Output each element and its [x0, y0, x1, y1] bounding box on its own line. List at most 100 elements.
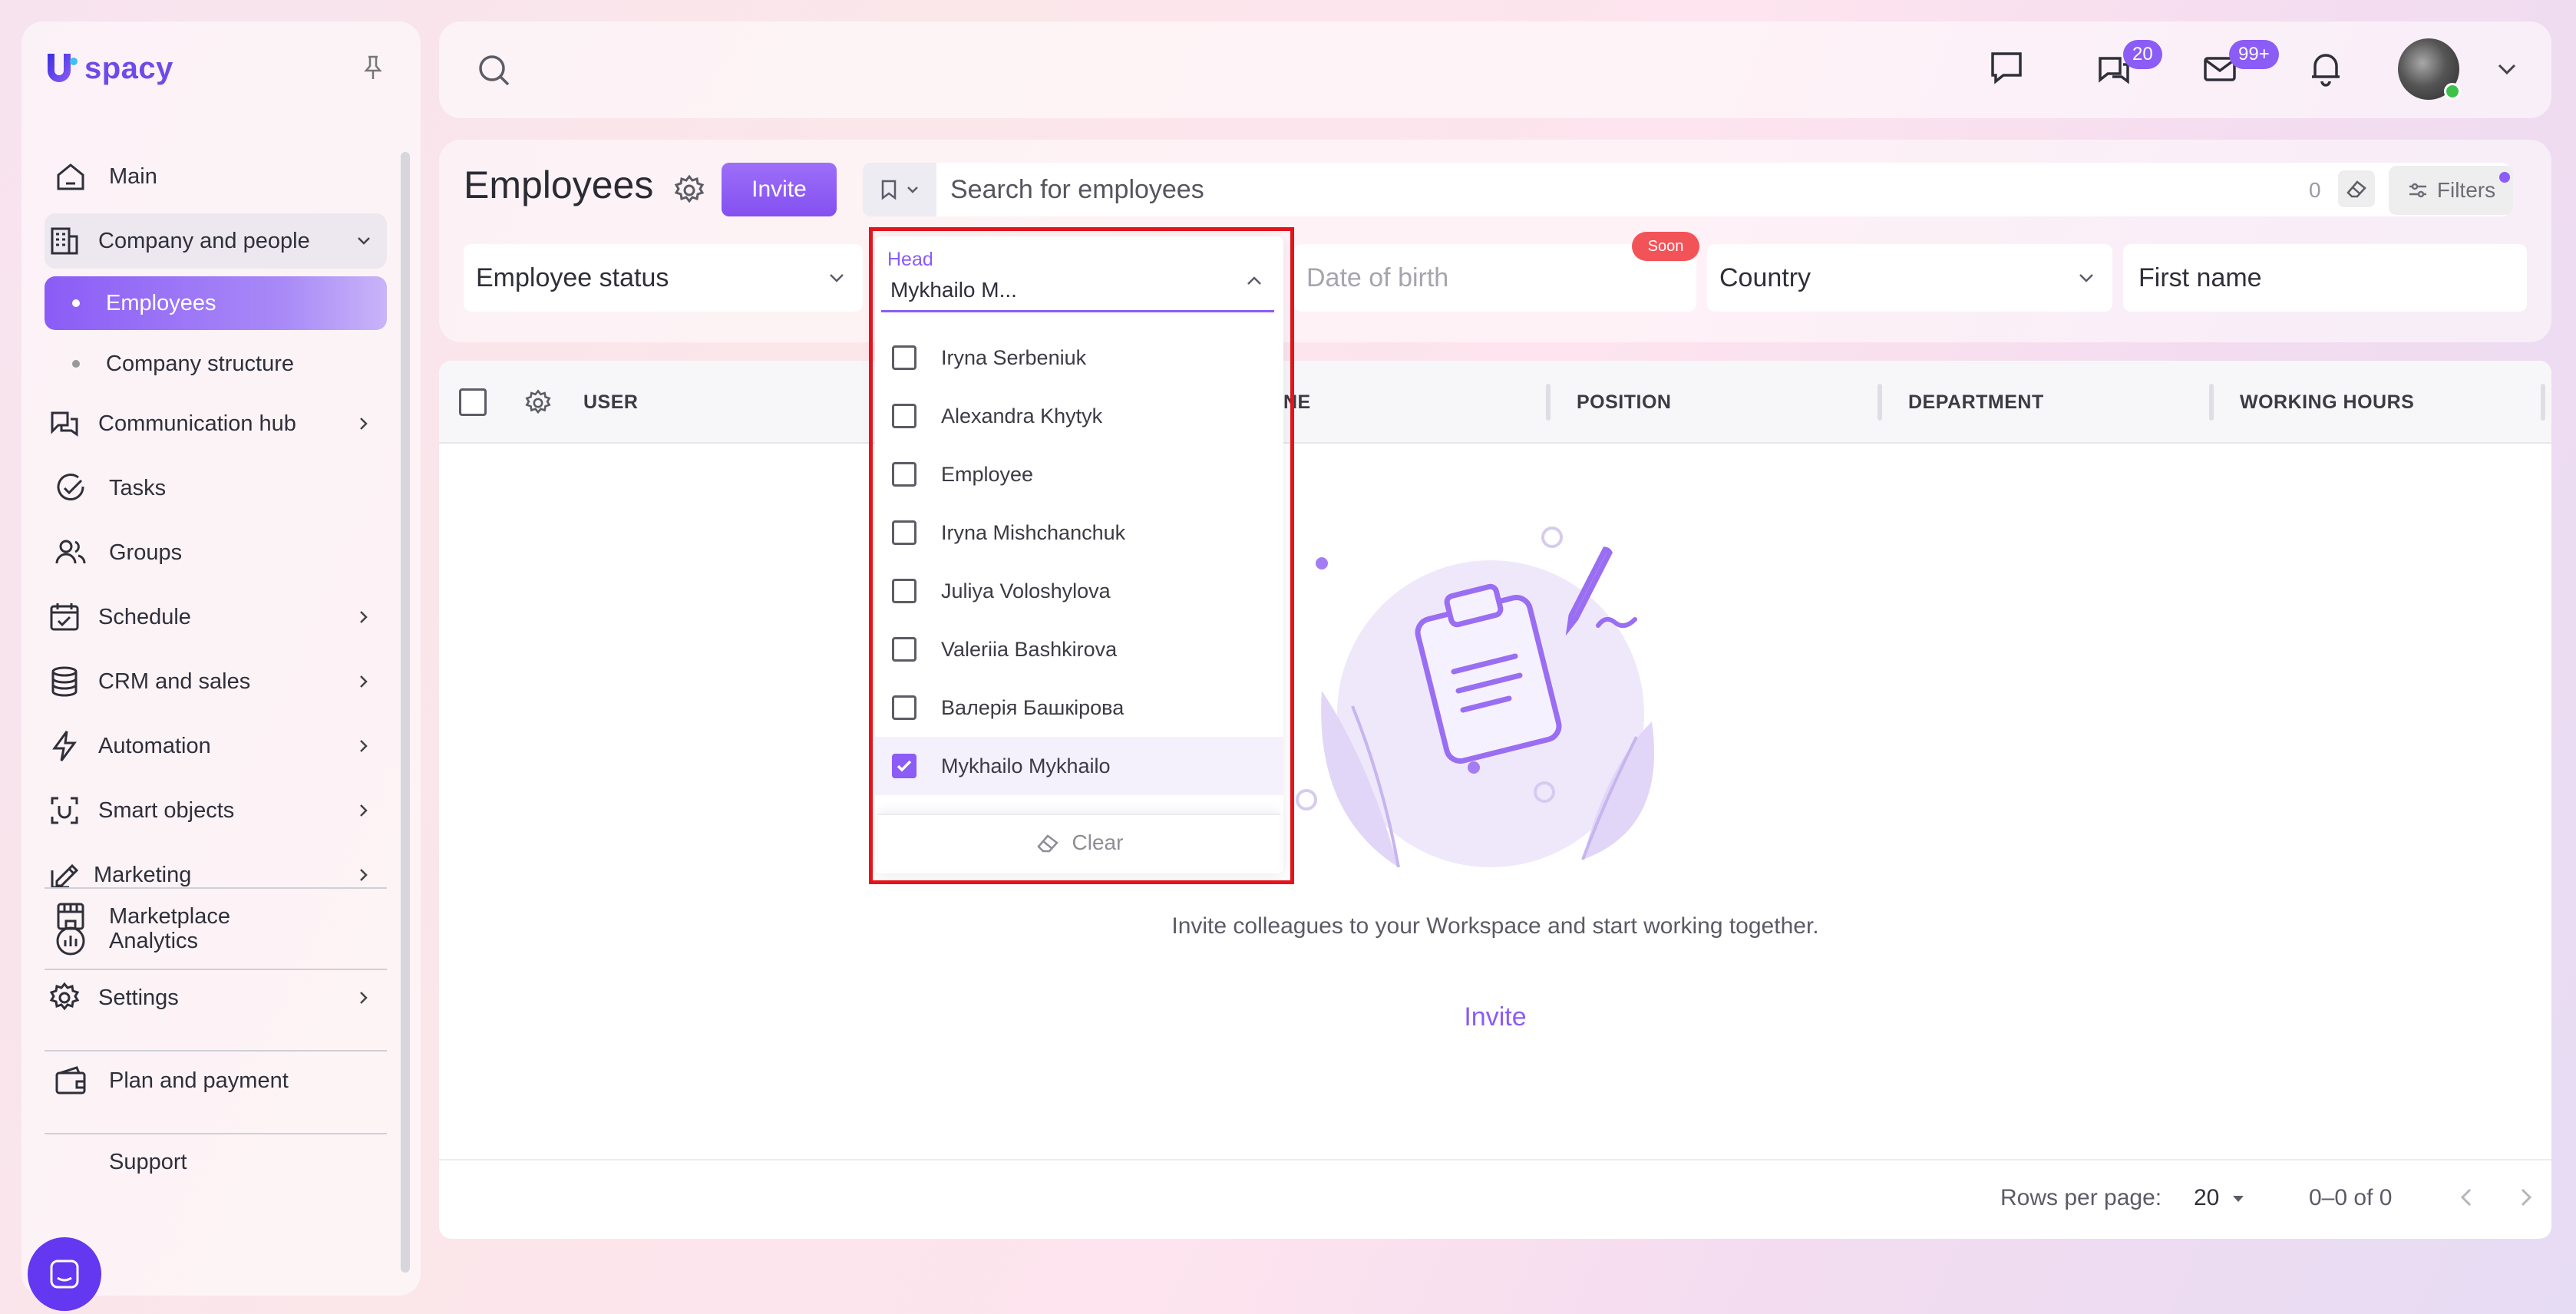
- column-header-department[interactable]: DEPARTMENT: [1908, 391, 2044, 414]
- store-icon: [57, 903, 84, 930]
- sidebar-item-employees[interactable]: Employees: [45, 276, 387, 330]
- sidebar-item-label: Settings: [98, 985, 179, 1010]
- clear-selection-button[interactable]: Clear: [878, 814, 1280, 870]
- column-header-user[interactable]: USER: [583, 391, 638, 414]
- sidebar-item-support[interactable]: Support: [45, 1134, 387, 1190]
- empty-state-invite-link[interactable]: Invite: [439, 1002, 2551, 1032]
- bell-icon[interactable]: [2306, 49, 2346, 89]
- gear-icon: [49, 982, 80, 1011]
- bookmark-icon: [881, 180, 897, 200]
- scan-icon: [51, 797, 78, 824]
- option-checkbox[interactable]: [892, 462, 916, 487]
- column-header-position[interactable]: POSITION: [1577, 391, 1671, 414]
- head-option[interactable]: Валерія Башкірова: [875, 678, 1283, 737]
- option-checkbox-checked[interactable]: [892, 754, 916, 778]
- pin-icon[interactable]: [358, 52, 388, 83]
- home-icon: [57, 163, 84, 190]
- sidebar-item-settings[interactable]: Settings: [45, 970, 387, 1025]
- first-name-field[interactable]: First name: [2123, 244, 2527, 312]
- rows-per-page-select[interactable]: 20: [2194, 1185, 2247, 1211]
- gear-icon[interactable]: [672, 173, 706, 207]
- option-label: Employee: [941, 462, 1034, 486]
- head-option[interactable]: Valeriia Bashkirova: [875, 620, 1283, 678]
- option-label: Iryna Mishchanchuk: [941, 520, 1126, 544]
- head-option[interactable]: Iryna Mishchanchuk: [875, 503, 1283, 562]
- sidebar-item-groups[interactable]: Groups: [45, 525, 387, 580]
- sidebar-item-plan-and-payment[interactable]: Plan and payment: [45, 1053, 387, 1108]
- previous-page-icon[interactable]: [2452, 1182, 2482, 1213]
- filters-button[interactable]: Filters: [2389, 166, 2513, 215]
- option-checkbox[interactable]: [892, 637, 916, 662]
- sidebar-item-tasks[interactable]: Tasks: [45, 461, 387, 516]
- sidebar-item-communication-hub[interactable]: Communication hub: [45, 396, 387, 451]
- sliders-icon: [2409, 183, 2426, 198]
- column-header-working-hours[interactable]: WORKING HOURS: [2240, 391, 2414, 414]
- sidebar-item-company-structure[interactable]: Company structure: [45, 336, 387, 391]
- sidebar-item-label: Main: [109, 163, 157, 189]
- option-checkbox[interactable]: [892, 695, 916, 720]
- checkmark-icon: [897, 760, 912, 772]
- invite-button[interactable]: Invite: [722, 163, 837, 216]
- logo-mark-icon: [48, 54, 78, 82]
- mail-count-badge: 99+: [2229, 40, 2279, 69]
- option-label: Iryna Serbeniuk: [941, 345, 1087, 369]
- soon-badge: Soon: [1632, 232, 1699, 261]
- chevron-down-icon: [2079, 274, 2093, 282]
- chevron-up-icon[interactable]: [1242, 269, 1267, 293]
- column-settings-icon[interactable]: [523, 388, 553, 418]
- sidebar-item-automation[interactable]: Automation: [45, 718, 387, 774]
- sidebar-item-main[interactable]: Main: [45, 149, 387, 204]
- next-page-icon[interactable]: [2510, 1182, 2541, 1213]
- option-checkbox[interactable]: [892, 520, 916, 545]
- option-checkbox[interactable]: [892, 345, 916, 370]
- sidebar-item-marketplace[interactable]: Marketplace: [45, 889, 387, 944]
- check-circle-icon: [57, 474, 84, 500]
- online-status-dot: [2444, 83, 2461, 100]
- column-resize-handle[interactable]: [2541, 384, 2545, 421]
- sidebar-item-smart-objects[interactable]: Smart objects: [45, 783, 387, 838]
- search-icon[interactable]: [474, 51, 514, 91]
- chevron-down-icon[interactable]: [2492, 54, 2522, 84]
- eraser-icon: [1036, 834, 1058, 853]
- search-input[interactable]: Search for employees: [936, 163, 2510, 216]
- empty-state-illustration: [1296, 527, 1655, 867]
- employee-status-select[interactable]: Employee status: [464, 244, 863, 312]
- chat-icon: [51, 411, 78, 437]
- head-option[interactable]: Employee: [875, 445, 1283, 503]
- head-option-selected[interactable]: Mykhailo Mykhailo: [875, 737, 1283, 795]
- column-resize-handle[interactable]: [1546, 384, 1551, 421]
- column-resize-handle[interactable]: [1878, 384, 1882, 421]
- sidebar-item-label: Automation: [98, 733, 211, 758]
- select-all-checkbox[interactable]: [459, 388, 487, 416]
- head-option[interactable]: Iryna Serbeniuk: [875, 328, 1283, 387]
- sidebar-item-label: Employees: [106, 290, 216, 315]
- sidebar-scrollbar[interactable]: [401, 152, 410, 1273]
- option-label: Валерія Башкірова: [941, 695, 1125, 719]
- country-label: Country: [1719, 262, 1811, 292]
- wallet-icon: [55, 1066, 86, 1094]
- chevron-right-icon: [360, 611, 368, 623]
- sidebar-item-crm-and-sales[interactable]: CRM and sales: [45, 654, 387, 709]
- option-checkbox[interactable]: [892, 579, 916, 603]
- support-chat-button[interactable]: [28, 1237, 101, 1311]
- head-option[interactable]: Juliya Voloshylova: [875, 562, 1283, 620]
- option-checkbox[interactable]: [892, 404, 916, 428]
- column-resize-handle[interactable]: [2209, 384, 2214, 421]
- option-label: Valeriia Bashkirova: [941, 637, 1118, 661]
- sidebar-item-label: Smart objects: [98, 797, 235, 823]
- column-header-ne[interactable]: NE: [1283, 391, 1311, 414]
- saved-filters-button[interactable]: [863, 163, 936, 216]
- clear-search-button[interactable]: [2338, 170, 2375, 207]
- head-field-value[interactable]: Mykhailo M...: [890, 278, 1017, 302]
- head-field-label: Head: [887, 249, 933, 270]
- sidebar-item-schedule[interactable]: Schedule: [45, 589, 387, 645]
- chat-icon[interactable]: [1986, 48, 2026, 87]
- head-option[interactable]: Alexandra Khytyk: [875, 387, 1283, 445]
- country-select[interactable]: Country: [1707, 244, 2112, 312]
- database-icon: [51, 666, 78, 697]
- sidebar-item-label: Company and people: [98, 228, 310, 253]
- app-logo[interactable]: spacy: [45, 49, 173, 87]
- sidebar-item-company-and-people[interactable]: Company and people: [45, 213, 387, 269]
- option-label: Juliya Voloshylova: [941, 579, 1111, 603]
- sidebar-item-label: Company structure: [106, 351, 294, 376]
